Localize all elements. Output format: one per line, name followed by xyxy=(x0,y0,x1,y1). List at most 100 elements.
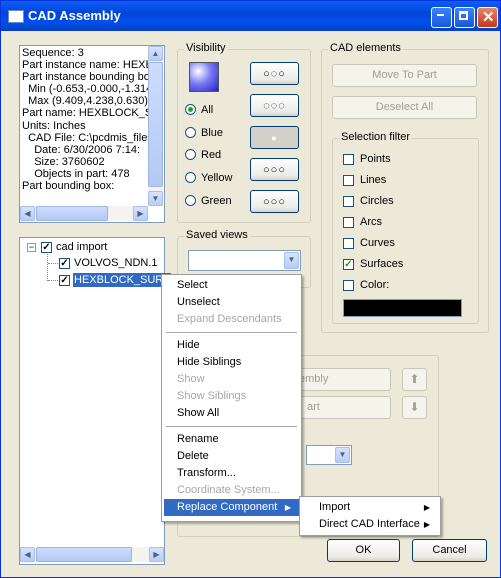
ok-button[interactable]: OK xyxy=(327,539,400,562)
info-line: CAD File: C:\pcdmis_files xyxy=(22,131,148,144)
lines-checkbox[interactable] xyxy=(343,175,354,186)
points-checkbox[interactable] xyxy=(343,154,354,165)
maximize-button[interactable] xyxy=(454,7,475,28)
info-line: Part bounding box: xyxy=(22,180,115,193)
info-line: Part instance bounding box: xyxy=(22,71,148,84)
dashed-circles-icon: ○◌○ xyxy=(263,68,286,80)
show-dashed-button[interactable]: ◌◌◌ xyxy=(250,94,299,117)
part-button[interactable]: art xyxy=(296,396,391,419)
menu-separator xyxy=(166,332,297,333)
menu-item-hide[interactable]: Hide xyxy=(164,337,299,354)
menu-item-rename[interactable]: Rename xyxy=(164,431,299,448)
menu-item-transform[interactable]: Transform... xyxy=(164,465,299,482)
curves-label: Curves xyxy=(360,237,395,249)
deselect-all-button[interactable]: Deselect All xyxy=(332,96,477,119)
menu-item-select[interactable]: Select xyxy=(164,277,299,294)
scroll-right-button[interactable]: ▶ xyxy=(133,206,148,221)
scroll-left-button[interactable]: ◀ xyxy=(20,206,35,221)
tree-child-checkbox[interactable]: ✓ xyxy=(59,258,70,269)
assembly-dropdown[interactable]: ▼ xyxy=(306,445,352,465)
menu-separator xyxy=(166,426,297,427)
color-checkbox[interactable] xyxy=(343,280,354,291)
visibility-radio-red[interactable] xyxy=(185,149,196,160)
visibility-option-label: Blue xyxy=(201,127,224,139)
cancel-button[interactable]: Cancel xyxy=(412,539,487,562)
tree-root-checkbox[interactable]: ✓ xyxy=(41,242,52,253)
visibility-radio-blue[interactable] xyxy=(185,127,196,138)
visibility-radio-yellow[interactable] xyxy=(185,172,196,183)
info-vertical-scrollbar[interactable]: ▲ ▼ xyxy=(148,46,163,206)
lines-label: Lines xyxy=(360,174,387,186)
scroll-thumb[interactable] xyxy=(36,547,132,562)
scroll-up-button[interactable]: ▲ xyxy=(148,46,163,61)
saved-views-label: Saved views xyxy=(184,229,250,241)
visibility-label: Visibility xyxy=(184,42,228,54)
scroll-down-button[interactable]: ▼ xyxy=(148,191,163,206)
info-line: Size: 3760602 xyxy=(22,155,105,168)
visibility-radio-green[interactable] xyxy=(185,195,196,206)
tree-child-label-selected[interactable]: HEXBLOCK_SURF xyxy=(73,273,171,287)
move-up-button[interactable]: ⬆ xyxy=(402,368,427,391)
arcs-checkbox[interactable] xyxy=(343,217,354,228)
info-line: Part instance name: HEXBLOCK xyxy=(22,59,148,72)
show-single-button[interactable]: ● xyxy=(250,126,299,149)
visibility-option-label: All xyxy=(201,104,214,116)
visibility-radio-all[interactable] xyxy=(185,104,196,115)
submenu-item-import[interactable]: Import ▶ xyxy=(302,499,438,516)
scroll-thumb[interactable] xyxy=(36,206,108,221)
move-to-part-button[interactable]: Move To Part xyxy=(332,64,477,87)
scroll-thumb[interactable] xyxy=(148,62,163,187)
scroll-left-button[interactable]: ◀ xyxy=(20,547,35,562)
circles-label: Circles xyxy=(360,195,394,207)
surfaces-label: Surfaces xyxy=(360,258,404,270)
menu-item-show[interactable]: Show xyxy=(164,371,299,388)
circles-checkbox[interactable] xyxy=(343,196,354,207)
minimize-button[interactable] xyxy=(431,7,452,28)
selection-filter-group: Selection filter Points Lines Circles Ar… xyxy=(332,131,479,324)
circles-icon: ○○○ xyxy=(263,164,286,176)
tree-line xyxy=(48,263,58,264)
tree-child-checkbox[interactable]: ✓ xyxy=(59,275,70,286)
submenu-arrow-icon: ▶ xyxy=(284,503,291,512)
menu-item-hide-siblings[interactable]: Hide Siblings xyxy=(164,354,299,371)
menu-item-expand-descendants[interactable]: Expand Descendants xyxy=(164,311,299,328)
close-icon: ✕ xyxy=(482,9,495,26)
move-down-button[interactable]: ⬇ xyxy=(402,396,427,419)
info-horizontal-scrollbar[interactable]: ◀ ▶ xyxy=(20,206,148,221)
tree-root-label[interactable]: cad import xyxy=(56,240,107,254)
chevron-down-icon[interactable]: ▼ xyxy=(284,252,299,269)
scroll-right-button[interactable]: ▶ xyxy=(149,547,164,562)
title-bar[interactable]: CAD Assembly ✕ xyxy=(1,1,500,31)
selection-filter-label: Selection filter xyxy=(339,131,413,143)
surfaces-checkbox[interactable]: ✓ xyxy=(343,259,354,270)
show-hidden-all-button[interactable]: ○◌○ xyxy=(250,62,299,85)
menu-item-show-all[interactable]: Show All xyxy=(164,405,299,422)
chevron-down-icon[interactable]: ▼ xyxy=(335,447,350,463)
menu-item-delete[interactable]: Delete xyxy=(164,448,299,465)
curves-checkbox[interactable] xyxy=(343,238,354,249)
saved-views-dropdown[interactable]: ▼ xyxy=(188,250,301,271)
show-all-solid-button[interactable]: ○○○ xyxy=(250,190,299,213)
maximize-icon xyxy=(459,11,468,20)
color-label: Color: xyxy=(360,279,390,291)
submenu-arrow-icon: ▶ xyxy=(423,520,430,529)
color-swatch[interactable] xyxy=(343,299,462,317)
submenu-item-direct-cad[interactable]: Direct CAD Interface ▶ xyxy=(302,516,438,533)
menu-item-unselect[interactable]: Unselect xyxy=(164,294,299,311)
arrow-up-icon: ⬆ xyxy=(409,372,420,386)
tree-line xyxy=(48,280,58,281)
assembly-tree[interactable]: − ✓ cad import ✓ VOLVOS_NDN.1 ✓ HEXBLOCK… xyxy=(19,237,171,565)
menu-item-replace-component[interactable]: Replace Component ▶ xyxy=(164,499,299,516)
assembly-button[interactable]: embly xyxy=(296,368,391,391)
close-button[interactable]: ✕ xyxy=(477,7,498,28)
show-solid-button[interactable]: ○○○ xyxy=(250,158,299,181)
menu-item-show-siblings[interactable]: Show Siblings xyxy=(164,388,299,405)
tree-child-label[interactable]: VOLVOS_NDN.1 xyxy=(74,256,158,270)
shade-preview xyxy=(189,62,219,92)
tree-horizontal-scrollbar[interactable]: ◀ ▶ xyxy=(20,547,164,562)
window-title: CAD Assembly xyxy=(28,8,121,23)
menu-item-coordinate-system[interactable]: Coordinate System... xyxy=(164,482,299,499)
window-icon xyxy=(8,10,24,23)
part-info-box[interactable]: Sequence: 3 Part instance name: HEXBLOCK… xyxy=(19,45,165,223)
collapse-icon[interactable]: − xyxy=(27,243,36,252)
